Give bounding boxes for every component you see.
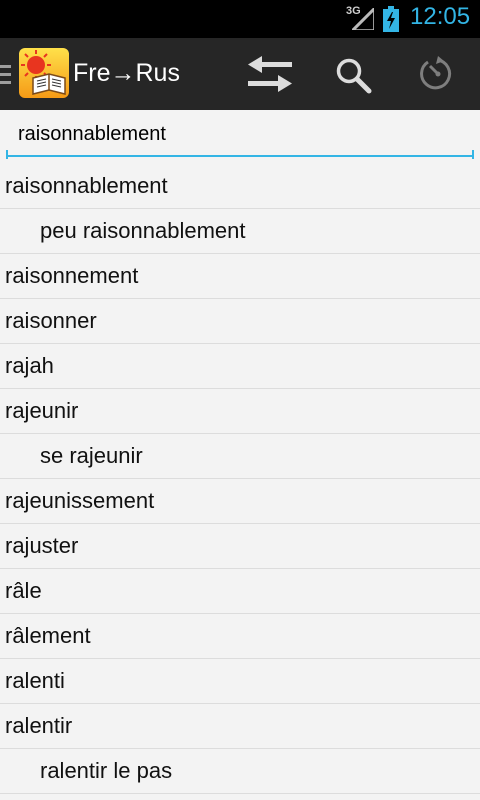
list-item[interactable]: ralentir bbox=[0, 704, 480, 749]
search-input[interactable] bbox=[6, 113, 474, 157]
list-item-label: rajeunissement bbox=[5, 488, 155, 513]
list-item[interactable]: se rajeunir bbox=[0, 434, 480, 479]
list-item[interactable]: rajah bbox=[0, 344, 480, 389]
clock: 12:05 bbox=[410, 3, 471, 30]
list-item-label: ralentir bbox=[5, 713, 73, 738]
list-item[interactable]: raisonner bbox=[0, 299, 480, 344]
list-item-label: se rajeunir bbox=[40, 443, 143, 468]
list-item-label: râlement bbox=[5, 623, 91, 648]
list-item[interactable]: rajuster bbox=[0, 524, 480, 569]
menu-icon[interactable] bbox=[0, 62, 14, 88]
list-item-label: ralentir le pas bbox=[40, 758, 173, 783]
list-item-label: raisonnement bbox=[5, 263, 139, 288]
list-item[interactable]: rajeunissement bbox=[0, 479, 480, 524]
list-item-label: raisonner bbox=[5, 308, 97, 333]
search-icon[interactable] bbox=[334, 56, 374, 96]
list-item[interactable]: rajeunir bbox=[0, 389, 480, 434]
list-item[interactable]: raisonnablement bbox=[0, 164, 480, 209]
app-logo-icon[interactable] bbox=[19, 48, 69, 98]
swap-icon[interactable] bbox=[246, 54, 294, 94]
list-item-label: rajah bbox=[5, 353, 54, 378]
list-item-label: rajeunir bbox=[5, 398, 79, 423]
signal-icon bbox=[352, 8, 374, 30]
word-list[interactable]: raisonnablement peu raisonnablement raison… bbox=[0, 164, 480, 794]
status-bar: 3G 12:05 bbox=[0, 0, 480, 38]
list-item[interactable]: ralentir le pas bbox=[0, 749, 480, 794]
list-item[interactable]: peu raisonnablement bbox=[0, 209, 480, 254]
list-item-label: rajuster bbox=[5, 533, 79, 558]
list-item[interactable]: râle bbox=[0, 569, 480, 614]
list-item[interactable]: râlement bbox=[0, 614, 480, 659]
list-item-label: râle bbox=[5, 578, 42, 603]
search-input-edge-right bbox=[472, 150, 474, 159]
list-item-label: peu raisonnablement bbox=[40, 218, 246, 243]
list-item[interactable]: raisonnement bbox=[0, 254, 480, 299]
battery-charging-icon bbox=[383, 6, 399, 32]
list-item-label: ralenti bbox=[5, 668, 65, 693]
list-item[interactable]: ralenti bbox=[0, 659, 480, 704]
app-title: Fre→Rus bbox=[73, 59, 180, 87]
search-input-edge-left bbox=[6, 150, 8, 159]
history-icon[interactable] bbox=[420, 56, 456, 92]
action-bar bbox=[0, 38, 480, 111]
list-item-label: raisonnablement bbox=[5, 173, 168, 198]
